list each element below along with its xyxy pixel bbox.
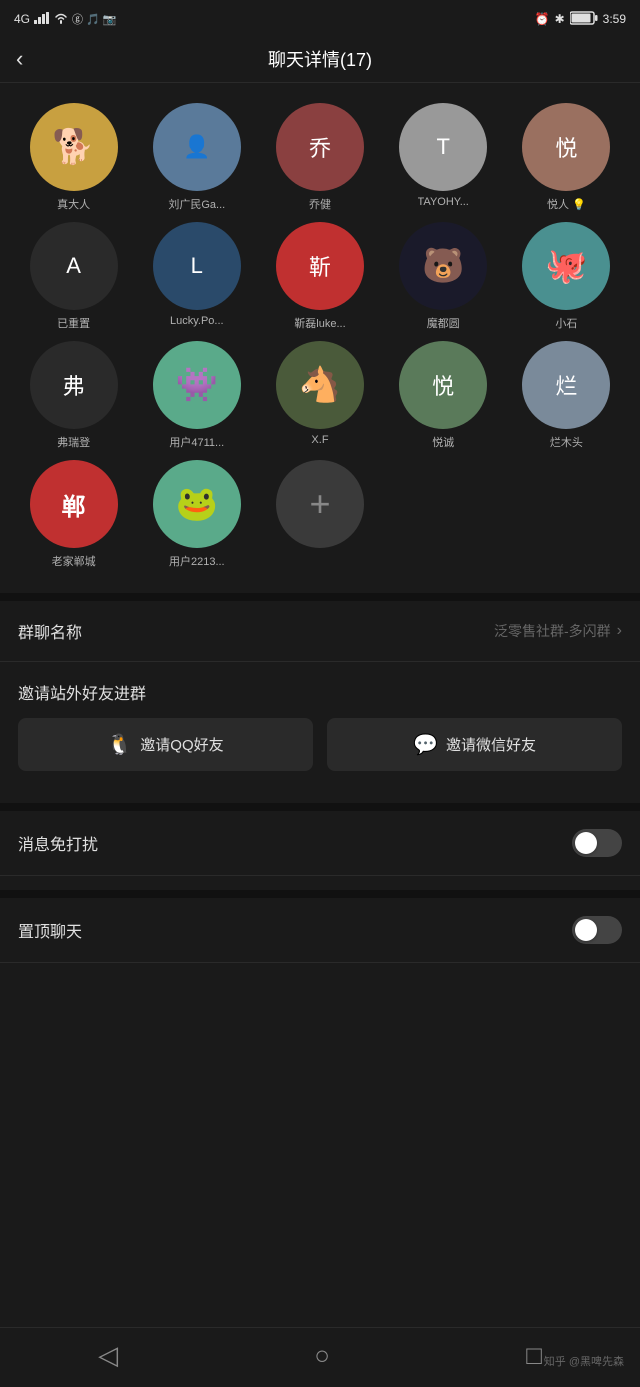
dnd-row: 消息免打扰 bbox=[0, 811, 640, 876]
status-left: 4G ⓖ 🎵 📷 bbox=[14, 11, 117, 27]
battery-icon bbox=[570, 11, 598, 28]
signal-icon bbox=[34, 12, 50, 27]
member-name: Lucky.Po... bbox=[170, 315, 224, 327]
invite-buttons: 🐧 邀请QQ好友 💬 邀请微信好友 bbox=[18, 718, 622, 771]
alarm-icon: ⏰ bbox=[535, 12, 550, 26]
nav-back-button[interactable]: ◁ bbox=[74, 1332, 142, 1379]
nav-home-button[interactable]: ○ bbox=[290, 1332, 354, 1379]
members-section: 🐕真大人👤刘广民Ga...乔乔健TTAYOHY...悦悦人 💡 A已重置LLuck… bbox=[0, 83, 640, 579]
member-item[interactable]: 🐕真大人 bbox=[16, 103, 131, 212]
invite-wechat-label: 邀请微信好友 bbox=[446, 734, 536, 755]
member-name: 魔都圆 bbox=[427, 315, 460, 331]
wechat-icon: 💬 bbox=[413, 732, 438, 757]
member-item[interactable]: LLucky.Po... bbox=[139, 222, 254, 331]
member-item[interactable]: 烂烂木头 bbox=[509, 341, 624, 450]
time-display: 3:59 bbox=[603, 12, 626, 26]
section-divider-3 bbox=[0, 890, 640, 898]
bottom-navigation: ◁ ○ □ 知乎 @黑啤先森 bbox=[0, 1327, 640, 1387]
page-header: ‹ 聊天详情(17) bbox=[0, 36, 640, 83]
status-bar: 4G ⓖ 🎵 📷 ⏰ ✱ 3 bbox=[0, 0, 640, 36]
invite-title: 邀请站外好友进群 bbox=[18, 680, 146, 704]
member-item[interactable]: 👾用户4711... bbox=[139, 341, 254, 450]
member-name: 小石 bbox=[555, 315, 577, 331]
group-name-row[interactable]: 群聊名称 泛零售社群-多闪群 › bbox=[0, 601, 640, 662]
member-item[interactable]: 靳靳磊luke... bbox=[262, 222, 377, 331]
page-title: 聊天详情(17) bbox=[268, 46, 372, 72]
section-divider bbox=[0, 593, 640, 601]
member-name: 悦人 💡 bbox=[547, 196, 586, 212]
bluetooth-icon: ✱ bbox=[555, 12, 565, 26]
pin-chat-label: 置顶聊天 bbox=[18, 918, 82, 942]
member-name: 用户4711... bbox=[169, 434, 224, 450]
member-item[interactable]: 🐴X.F bbox=[262, 341, 377, 450]
member-item[interactable]: 🐸用户2213... bbox=[139, 460, 254, 569]
invite-qq-button[interactable]: 🐧 邀请QQ好友 bbox=[18, 718, 313, 771]
member-item[interactable]: 🐙小石 bbox=[509, 222, 624, 331]
dnd-toggle-thumb bbox=[575, 832, 597, 854]
member-name: TAYOHY... bbox=[418, 196, 469, 208]
member-name: X.F bbox=[311, 434, 328, 446]
member-name: 真大人 bbox=[57, 196, 90, 212]
pin-chat-toggle-thumb bbox=[575, 919, 597, 941]
member-item[interactable]: 👤刘广民Ga... bbox=[139, 103, 254, 212]
member-item[interactable]: 悦悦人 💡 bbox=[509, 103, 624, 212]
invite-section: 邀请站外好友进群 🐧 邀请QQ好友 💬 邀请微信好友 bbox=[0, 662, 640, 789]
member-item[interactable]: 悦悦诚 bbox=[386, 341, 501, 450]
extra-icons: ⓖ 🎵 📷 bbox=[72, 11, 117, 27]
members-grid: 🐕真大人👤刘广民Ga...乔乔健TTAYOHY...悦悦人 💡 A已重置LLuck… bbox=[16, 103, 624, 569]
member-name: 老家郸城 bbox=[52, 553, 96, 569]
network-indicator: 4G bbox=[14, 12, 30, 26]
member-name: 用户2213... bbox=[169, 553, 225, 569]
member-item[interactable]: 弗弗瑞登 bbox=[16, 341, 131, 450]
member-item[interactable]: A已重置 bbox=[16, 222, 131, 331]
dnd-toggle[interactable] bbox=[572, 829, 622, 857]
pin-chat-row: 置顶聊天 bbox=[0, 898, 640, 963]
member-name: 弗瑞登 bbox=[57, 434, 90, 450]
member-item[interactable]: TTAYOHY... bbox=[386, 103, 501, 212]
member-item[interactable]: 乔乔健 bbox=[262, 103, 377, 212]
invite-wechat-button[interactable]: 💬 邀请微信好友 bbox=[327, 718, 622, 771]
add-member-button[interactable]: + bbox=[276, 460, 364, 548]
pin-chat-toggle[interactable] bbox=[572, 916, 622, 944]
invite-qq-label: 邀请QQ好友 bbox=[140, 734, 223, 755]
member-name: 已重置 bbox=[57, 315, 90, 331]
member-name: 烂木头 bbox=[550, 434, 583, 450]
member-item[interactable]: 🐻魔都圆 bbox=[386, 222, 501, 331]
dnd-label: 消息免打扰 bbox=[18, 831, 98, 855]
section-divider-2 bbox=[0, 803, 640, 811]
member-name: 刘广民Ga... bbox=[168, 196, 225, 212]
settings-section: 群聊名称 泛零售社群-多闪群 › 邀请站外好友进群 🐧 邀请QQ好友 💬 邀请微… bbox=[0, 601, 640, 963]
member-name: 靳磊luke... bbox=[294, 315, 345, 331]
status-right: ⏰ ✱ 3:59 bbox=[535, 11, 626, 28]
watermark: 知乎 @黑啤先森 bbox=[544, 1353, 624, 1369]
group-name-label: 群聊名称 bbox=[18, 619, 82, 643]
back-button[interactable]: ‹ bbox=[16, 46, 23, 72]
member-name: 悦诚 bbox=[432, 434, 454, 450]
member-item[interactable]: 郸老家郸城 bbox=[16, 460, 131, 569]
wifi-icon bbox=[54, 12, 68, 27]
add-member-item[interactable]: + bbox=[262, 460, 377, 569]
group-name-value: 泛零售社群-多闪群 › bbox=[494, 621, 622, 641]
member-name: 乔健 bbox=[309, 196, 331, 212]
qq-icon: 🐧 bbox=[107, 732, 132, 757]
chevron-right-icon: › bbox=[617, 622, 622, 640]
